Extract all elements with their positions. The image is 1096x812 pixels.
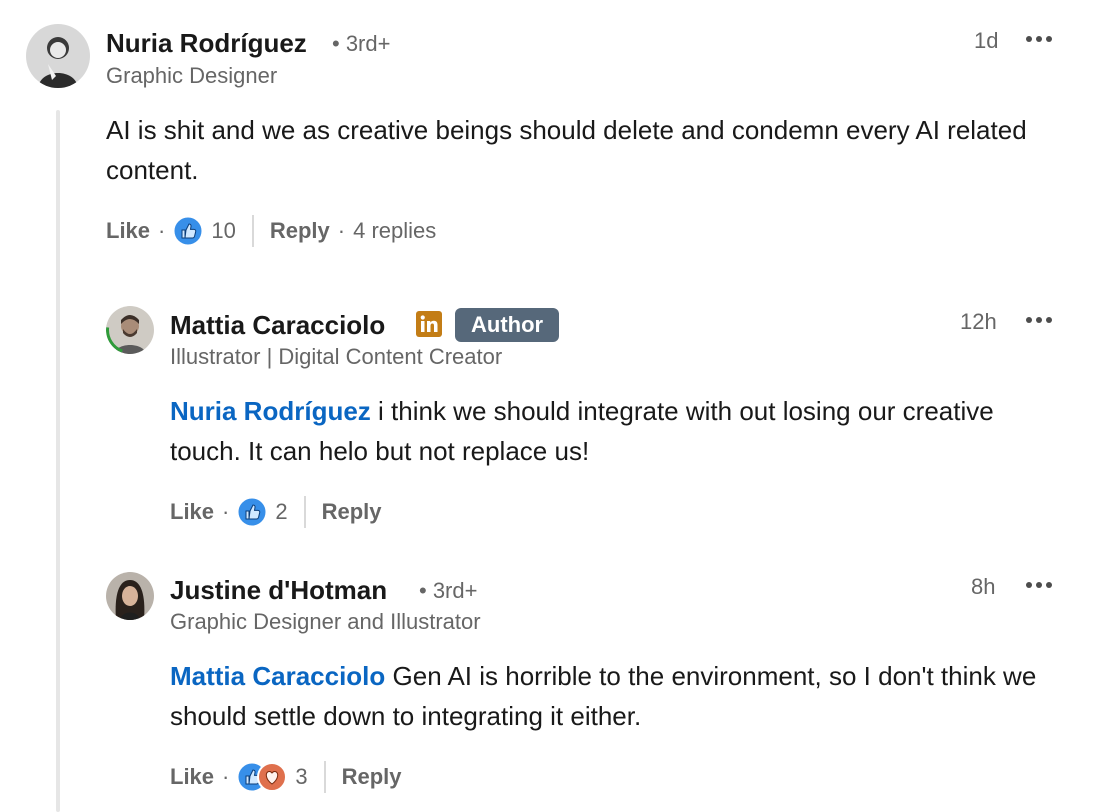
action-divider (323, 761, 326, 793)
timestamp: 8h (971, 574, 996, 599)
author-headline: Graphic Designer (106, 63, 278, 88)
like-button[interactable]: Like (106, 218, 150, 244)
author-headline: Graphic Designer and Illustrator (170, 609, 481, 634)
author-badge: Author (455, 308, 560, 342)
connection-degree: • 3rd+ (332, 31, 391, 56)
avatar[interactable] (106, 306, 154, 354)
replies-count-link[interactable]: 4 replies (353, 218, 436, 244)
reaction-icons[interactable] (237, 762, 288, 792)
reply-text: Nuria Rodríguez i think we should integr… (170, 391, 1020, 471)
avatar[interactable] (106, 572, 154, 620)
author-headline: Illustrator | Digital Content Creator (170, 344, 503, 369)
reply-actions: Like · 2 Reply (170, 495, 382, 529)
timestamp: 1d (974, 28, 999, 53)
reaction-count[interactable]: 2 (275, 499, 287, 525)
separator-dot: · (337, 218, 346, 243)
thread-line (56, 110, 60, 812)
heart-reaction-icon[interactable] (257, 762, 288, 792)
author-name[interactable]: Mattia Caracciolo (170, 310, 385, 341)
reply-button[interactable]: Reply (322, 499, 382, 525)
action-divider (251, 215, 254, 247)
author-name[interactable]: Justine d'Hotman (170, 575, 387, 606)
like-button[interactable]: Like (170, 499, 214, 525)
thumbs-up-reaction-icon[interactable] (173, 216, 203, 246)
connection-degree: • 3rd+ (419, 578, 478, 603)
separator-dot: · (222, 764, 230, 789)
reply-actions: Like · 3 Reply (170, 760, 402, 794)
comment-actions: Like · 10 Reply · 4 replies (106, 214, 436, 248)
more-options-icon[interactable] (1026, 313, 1056, 327)
reply-button[interactable]: Reply (342, 764, 402, 790)
mention-link[interactable]: Mattia Caracciolo (170, 661, 385, 691)
separator-dot: · (158, 218, 166, 243)
comment-text: AI is shit and we as creative beings sho… (106, 115, 1027, 185)
timestamp: 12h (960, 309, 997, 334)
author-name[interactable]: Nuria Rodríguez (106, 28, 307, 59)
linkedin-icon (416, 311, 442, 337)
like-button[interactable]: Like (170, 764, 214, 790)
thumbs-up-reaction-icon[interactable] (237, 497, 267, 527)
more-options-icon[interactable] (1026, 578, 1056, 592)
reaction-count[interactable]: 10 (211, 218, 235, 244)
action-divider (303, 496, 306, 528)
separator-dot: · (222, 499, 230, 524)
more-options-icon[interactable] (1026, 32, 1056, 46)
avatar[interactable] (26, 24, 90, 88)
reaction-count[interactable]: 3 (295, 764, 307, 790)
reply-text: Mattia Caracciolo Gen AI is horrible to … (170, 656, 1050, 736)
mention-link[interactable]: Nuria Rodríguez (170, 396, 371, 426)
reply-button[interactable]: Reply (270, 218, 330, 244)
